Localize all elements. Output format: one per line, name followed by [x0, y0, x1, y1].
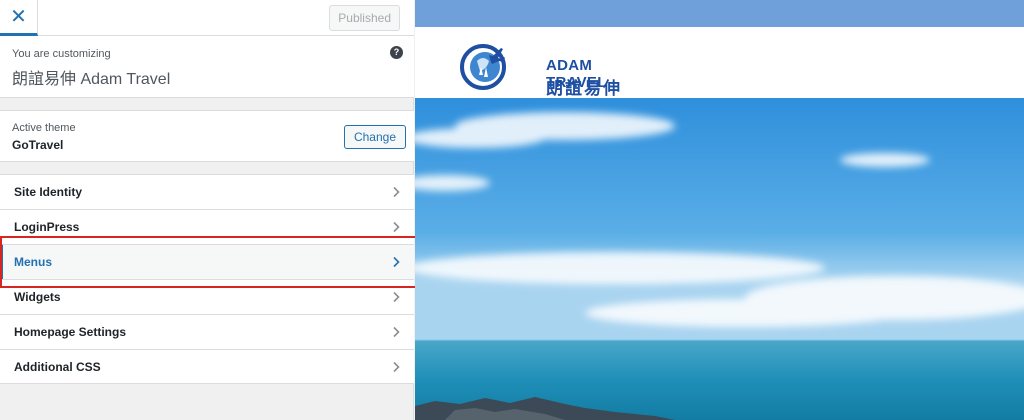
- site-logo[interactable]: ADAM TRAVEL 朗誼易伸: [455, 37, 625, 98]
- help-icon[interactable]: ?: [390, 46, 403, 59]
- logo-chinese-text: 朗誼易伸: [546, 79, 622, 98]
- customizing-label: You are customizing: [12, 48, 111, 60]
- chevron-right-icon: [393, 361, 400, 373]
- site-title: 朗誼易伸 Adam Travel: [12, 71, 171, 88]
- preview-top-bar: [415, 0, 1024, 27]
- section-label: Widgets: [14, 290, 61, 304]
- globe-icon: [460, 44, 506, 90]
- section-menus[interactable]: Menus: [0, 244, 414, 279]
- customizing-info: You are customizing 朗誼易伸 Adam Travel ?: [0, 36, 414, 98]
- section-site-identity[interactable]: Site Identity: [0, 174, 414, 209]
- section-additional-css[interactable]: Additional CSS: [0, 349, 414, 384]
- chevron-right-icon: [393, 186, 400, 198]
- section-label: Additional CSS: [14, 359, 101, 374]
- published-button[interactable]: Published: [329, 5, 400, 31]
- section-label: LoginPress: [14, 220, 80, 234]
- active-theme-section: Active theme GoTravel Change: [0, 110, 414, 162]
- hero-seascape-image: [415, 98, 1024, 420]
- section-widgets[interactable]: Widgets: [0, 279, 414, 314]
- section-homepage-settings[interactable]: Homepage Settings: [0, 314, 414, 349]
- chevron-right-icon: [393, 221, 400, 233]
- chevron-right-icon: [393, 256, 400, 268]
- customizer-panel: ✕ Published You are customizing 朗誼易伸 Ada…: [0, 0, 414, 420]
- preview-site-header: ADAM TRAVEL 朗誼易伸: [415, 27, 1024, 98]
- change-theme-button[interactable]: Change: [343, 125, 406, 149]
- chevron-right-icon: [393, 291, 400, 303]
- site-preview[interactable]: ADAM TRAVEL 朗誼易伸: [415, 0, 1024, 420]
- section-label: Site Identity: [14, 185, 83, 199]
- section-label: Homepage Settings: [14, 325, 127, 339]
- chevron-right-icon: [393, 326, 400, 338]
- customizer-header: ✕ Published: [0, 0, 414, 36]
- close-icon[interactable]: ✕: [0, 0, 38, 36]
- section-loginpress[interactable]: LoginPress: [0, 209, 414, 244]
- section-label: Menus: [14, 255, 53, 269]
- customizer-sections: Site Identity LoginPress Menus Widgets H…: [0, 174, 414, 384]
